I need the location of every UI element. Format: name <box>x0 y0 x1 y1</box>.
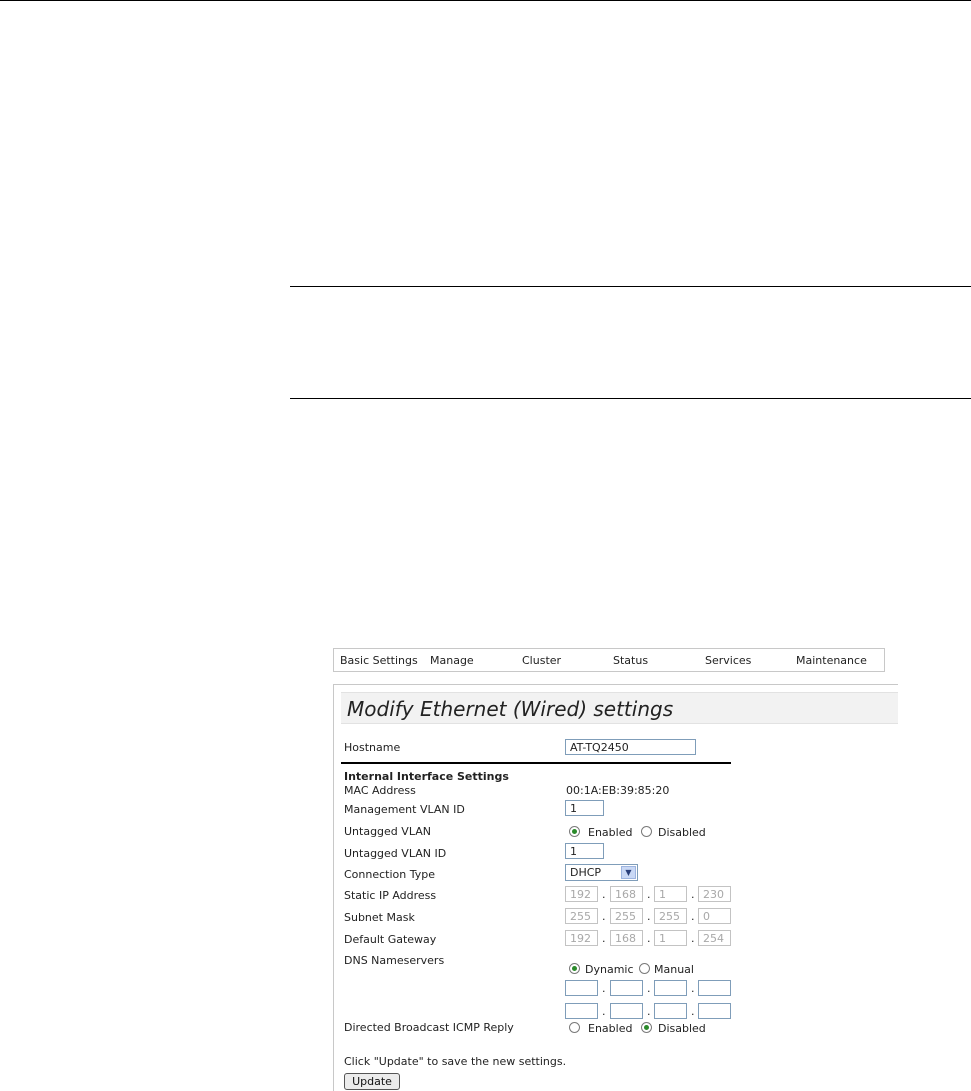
page-top-rule <box>0 0 971 1</box>
icmp-disabled-label: Disabled <box>658 1022 706 1035</box>
dns2-octet-3[interactable] <box>654 1003 687 1019</box>
menu-cluster[interactable]: Cluster <box>522 654 561 667</box>
ip-separator: . <box>691 1005 695 1018</box>
gateway-octet-3[interactable]: 1 <box>654 930 687 946</box>
ip-separator: . <box>691 982 695 995</box>
ip-separator: . <box>647 932 651 945</box>
gateway-octet-4[interactable]: 254 <box>698 930 731 946</box>
static-ip-octet-1[interactable]: 192 <box>565 886 598 902</box>
untagged-vlan-disabled-label: Disabled <box>658 826 706 839</box>
icmp-disabled-radio[interactable] <box>641 1022 652 1033</box>
section-divider <box>341 762 731 764</box>
ip-separator: . <box>602 932 606 945</box>
untagged-vlan-id-input[interactable]: 1 <box>565 843 604 859</box>
dns-dynamic-radio[interactable] <box>569 963 580 974</box>
title-bar: Modify Ethernet (Wired) settings <box>341 692 898 724</box>
dns1-octet-3[interactable] <box>654 980 687 996</box>
subnet-mask-label: Subnet Mask <box>344 911 415 924</box>
update-button[interactable]: Update <box>344 1073 400 1090</box>
subnet-octet-2[interactable]: 255 <box>610 908 643 924</box>
ip-separator: . <box>647 982 651 995</box>
dns-manual-label: Manual <box>654 963 694 976</box>
subnet-octet-3[interactable]: 255 <box>654 908 687 924</box>
dns2-octet-1[interactable] <box>565 1003 598 1019</box>
icmp-enabled-radio[interactable] <box>569 1022 580 1033</box>
untagged-vlan-id-label: Untagged VLAN ID <box>344 847 447 860</box>
untagged-vlan-enabled-label: Enabled <box>588 826 633 839</box>
default-gateway-label: Default Gateway <box>344 933 437 946</box>
mac-address-label: MAC Address <box>344 784 416 797</box>
dns2-octet-4[interactable] <box>698 1003 731 1019</box>
connection-type-select[interactable]: DHCP ▼ <box>565 864 638 881</box>
static-ip-octet-3[interactable]: 1 <box>654 886 687 902</box>
ip-separator: . <box>602 910 606 923</box>
icmp-reply-label: Directed Broadcast ICMP Reply <box>344 1021 514 1034</box>
connection-type-label: Connection Type <box>344 868 436 881</box>
note-bottom-rule <box>290 398 971 399</box>
ip-separator: . <box>602 1005 606 1018</box>
ip-separator: . <box>647 910 651 923</box>
static-ip-octet-4[interactable]: 230 <box>698 886 731 902</box>
menu-manage[interactable]: Manage <box>430 654 474 667</box>
chevron-down-icon: ▼ <box>621 866 636 879</box>
save-hint-text: Click "Update" to save the new settings. <box>344 1055 567 1068</box>
menu-maintenance[interactable]: Maintenance <box>796 654 867 667</box>
management-vlan-label: Management VLAN ID <box>344 803 465 816</box>
dns-dynamic-label: Dynamic <box>585 963 634 976</box>
ip-separator: . <box>602 888 606 901</box>
note-top-rule <box>290 286 971 287</box>
section-heading: Internal Interface Settings <box>344 770 509 783</box>
menu-status[interactable]: Status <box>613 654 648 667</box>
settings-panel: Modify Ethernet (Wired) settings Hostnam… <box>333 684 898 1091</box>
dns-manual-radio[interactable] <box>639 963 650 974</box>
static-ip-octet-2[interactable]: 168 <box>610 886 643 902</box>
ip-separator: . <box>691 910 695 923</box>
ip-separator: . <box>602 982 606 995</box>
static-ip-label: Static IP Address <box>344 889 437 902</box>
ip-separator: . <box>647 888 651 901</box>
subnet-octet-1[interactable]: 255 <box>565 908 598 924</box>
connection-type-value: DHCP <box>570 866 602 879</box>
gateway-octet-1[interactable]: 192 <box>565 930 598 946</box>
dns1-octet-2[interactable] <box>610 980 643 996</box>
page-title: Modify Ethernet (Wired) settings <box>347 697 674 721</box>
management-vlan-input[interactable]: 1 <box>565 800 604 816</box>
ip-separator: . <box>691 932 695 945</box>
ip-separator: . <box>647 1005 651 1018</box>
untagged-vlan-disabled-radio[interactable] <box>641 826 652 837</box>
ip-separator: . <box>691 888 695 901</box>
dns-nameservers-label: DNS Nameservers <box>344 954 445 967</box>
dns2-octet-2[interactable] <box>610 1003 643 1019</box>
subnet-octet-4[interactable]: 0 <box>698 908 731 924</box>
untagged-vlan-enabled-radio[interactable] <box>569 826 580 837</box>
menu-basic-settings[interactable]: Basic Settings <box>340 654 418 667</box>
menu-services[interactable]: Services <box>705 654 751 667</box>
mac-address-value: 00:1A:EB:39:85:20 <box>566 784 670 797</box>
gateway-octet-2[interactable]: 168 <box>610 930 643 946</box>
dns1-octet-1[interactable] <box>565 980 598 996</box>
dns1-octet-4[interactable] <box>698 980 731 996</box>
main-menu-bar: Basic Settings Manage Cluster Status Ser… <box>333 648 885 672</box>
untagged-vlan-label: Untagged VLAN <box>344 825 431 838</box>
hostname-label: Hostname <box>344 741 401 754</box>
hostname-input[interactable]: AT-TQ2450 <box>565 739 696 755</box>
icmp-enabled-label: Enabled <box>588 1022 633 1035</box>
